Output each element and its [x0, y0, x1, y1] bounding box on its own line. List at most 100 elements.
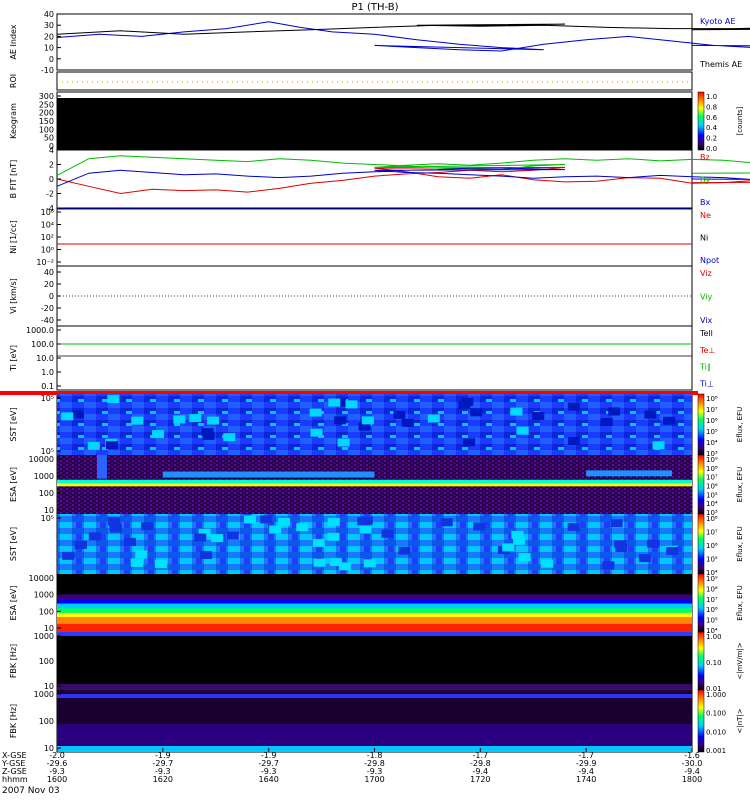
- ytick-ae: 30: [44, 21, 54, 30]
- legend-labels: Kyoto AE Themis AE Bz By Bx Ne Ni Npot Viz Viy Vix…: [699, 17, 742, 388]
- sst1-cell: [223, 433, 236, 442]
- sst1-cell: [328, 398, 341, 407]
- ylabel-esa1: ESA [eV]: [9, 467, 18, 502]
- sst2-cell: [647, 539, 660, 548]
- sst2-cell: [109, 524, 122, 533]
- sst2-cell: [194, 533, 207, 542]
- ylabel-fbk1: FBK [Hz]: [9, 644, 18, 678]
- ytick-esa1: 1000: [34, 472, 54, 481]
- colorbar-tick-esa1: 10⁶: [706, 483, 718, 491]
- sst2-cell: [513, 536, 526, 545]
- sst2-cell: [124, 537, 137, 546]
- sst2-cell: [243, 515, 256, 524]
- ytick-ae: 40: [44, 10, 54, 19]
- spectrogram-fills: [0, 98, 698, 752]
- colorbars: 1.00.80.60.40.20.0[counts]10⁸10⁷10⁶10⁵10…: [697, 91, 744, 755]
- fbk2-line: [57, 694, 692, 698]
- colorbar-tick-esa1: 10⁴: [706, 500, 718, 508]
- ytick-ae: 20: [44, 32, 54, 41]
- sst2-cell: [130, 558, 143, 567]
- ytick-temperature: 100.0: [31, 340, 54, 349]
- themis-summary-plot: P1 (TH-B) 403020100-10300250200150100500…: [0, 2, 750, 784]
- sst1-cell: [458, 400, 471, 409]
- sst2-cell: [638, 554, 651, 563]
- ytick-bfield: -2: [46, 190, 54, 199]
- colorbar-esa2: [697, 573, 705, 633]
- sst2-cell: [211, 534, 224, 543]
- colorbar-fbk1: [697, 631, 705, 691]
- xtick-label: 1720: [470, 775, 490, 784]
- colorbar-tick-sst2: 10⁵: [706, 556, 718, 564]
- panel-frame-temperature: [56, 325, 693, 391]
- colorbar-tick-esa2: 10⁵: [706, 617, 718, 625]
- sst1-cell: [600, 418, 613, 427]
- ytick-sst1: 10⁵: [41, 394, 54, 403]
- sst1-cell: [87, 441, 100, 450]
- ytick-temperature: 0.1: [41, 382, 54, 391]
- ytick-velocity: 0: [49, 292, 54, 301]
- ytick-fbk1: 100: [39, 657, 54, 666]
- sst1-cell: [393, 410, 406, 419]
- sst2-cell: [602, 561, 615, 570]
- ytick-density: 10⁴: [41, 221, 54, 230]
- colorbar-tick-fbk2: 0.100: [706, 710, 726, 718]
- fbk1-fill: [57, 632, 692, 690]
- sst1-cell: [516, 426, 529, 435]
- colorbar-tick-sst2: 10⁸: [706, 515, 718, 523]
- ytick-density: 10⁻²: [36, 258, 54, 267]
- ytick-sst2: 10⁵: [41, 514, 54, 523]
- legend-density: Ni: [700, 234, 708, 243]
- sst1-cell: [107, 395, 120, 404]
- legend-temperature: Te⊥: [699, 346, 715, 355]
- ytick-velocity: 20: [44, 280, 54, 289]
- sst2-cell: [502, 543, 515, 552]
- colorbar-tick-keogram: 0.8: [706, 103, 717, 111]
- colorbar-label-sst1: Eflux, EFU: [736, 407, 744, 442]
- legend-bfield: Bx: [700, 198, 710, 207]
- ylabel-ae: AE Index: [9, 24, 18, 59]
- ytick-esa1: 100: [39, 489, 54, 498]
- sst1-cell: [401, 418, 414, 427]
- ytick-density: 10²: [41, 233, 54, 242]
- sst1-cell: [532, 411, 545, 420]
- legend-density: Ne: [700, 211, 711, 220]
- keogram-fill: [57, 98, 692, 150]
- colorbar-tick-sst1: 10⁵: [706, 428, 718, 436]
- sst1-cell: [361, 416, 374, 425]
- sst2-cell: [88, 532, 101, 541]
- colorbar-tick-keogram: 1.0: [706, 93, 717, 101]
- legend-temperature: Ti∥: [699, 363, 711, 372]
- legend-density: Npot: [700, 256, 719, 265]
- legend-velocity: Viy: [700, 292, 713, 301]
- colorbar-tick-fbk1: 0.10: [706, 659, 722, 667]
- sst2-cell: [615, 543, 628, 552]
- fbk1-bottom: [57, 684, 692, 690]
- colorbar-tick-sst2: 10⁶: [706, 542, 718, 550]
- sst2-cell: [567, 522, 580, 531]
- sst2-cell: [327, 517, 340, 526]
- ytick-velocity: -40: [41, 316, 54, 325]
- ytick-esa2: 10000: [29, 574, 54, 583]
- sst1-cell: [309, 408, 322, 417]
- sst2-cell: [154, 560, 167, 569]
- sst2-cell: [610, 519, 623, 528]
- ylabel-temperature: Ti [eV]: [9, 345, 18, 372]
- esa2-band: [57, 623, 692, 633]
- colorbar-tick-fbk1: 1.00: [706, 633, 722, 641]
- ytick-fbk2: 100: [39, 717, 54, 726]
- sst2-cell: [74, 540, 87, 549]
- colorbar-tick-esa1: 10⁹: [706, 456, 718, 464]
- ytick-bfield: 2: [49, 161, 54, 170]
- sst2-cell: [62, 551, 75, 560]
- sst2-cell: [357, 517, 370, 526]
- sst1-cell: [652, 441, 665, 450]
- sst2-cell: [269, 525, 282, 534]
- sst2-cell: [200, 550, 213, 559]
- colorbar-tick-esa2: 10⁹: [706, 575, 718, 583]
- legend-ae: Kyoto AE: [700, 17, 735, 26]
- ytick-bfield: 4: [49, 146, 54, 155]
- colorbar-tick-esa1: 10⁷: [706, 474, 718, 482]
- sst1-cell: [510, 407, 523, 416]
- sst2-cell: [381, 529, 394, 538]
- sst1-cell: [173, 415, 186, 424]
